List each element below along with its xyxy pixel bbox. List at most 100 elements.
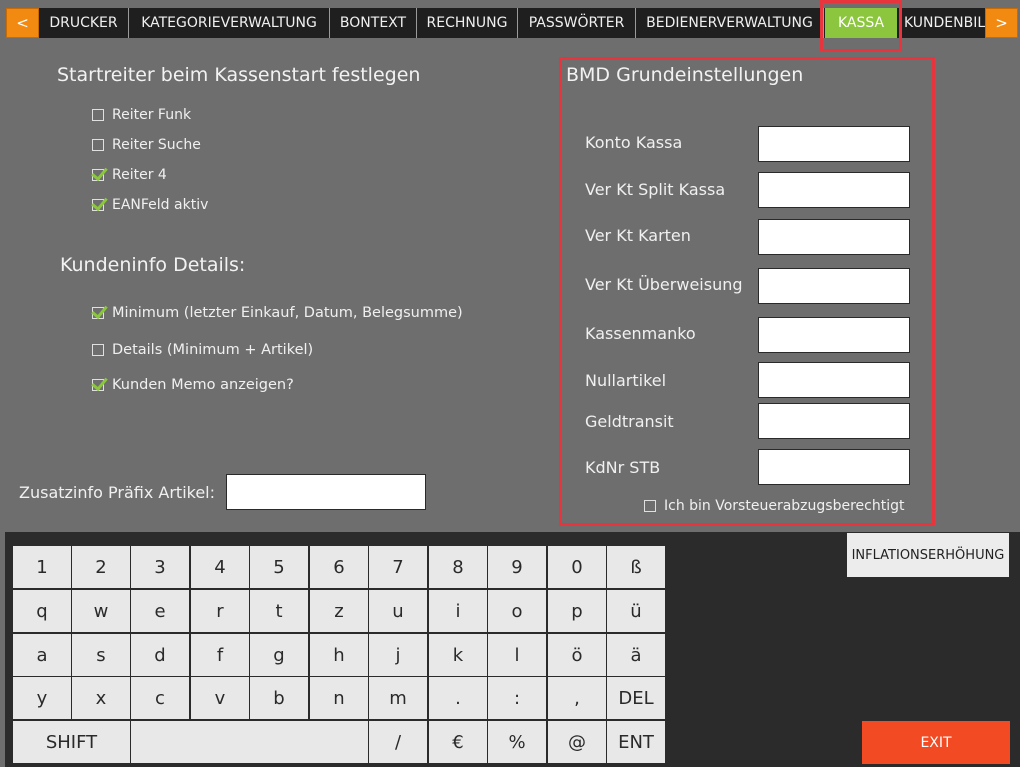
key-r2-c5[interactable]: t xyxy=(250,590,308,632)
input-geldtransit[interactable] xyxy=(758,403,910,439)
key-r1-c1[interactable]: 1 xyxy=(13,546,71,588)
checkbox-reiter-4[interactable]: Reiter 4 xyxy=(92,165,167,185)
key-r4-c11[interactable]: DEL xyxy=(607,677,665,719)
checkbox-minimum[interactable]: Minimum (letzter Einkauf, Datum, Belegsu… xyxy=(92,303,463,323)
checkbox-icon[interactable] xyxy=(92,139,104,151)
key-at[interactable]: @ xyxy=(548,721,606,763)
kassa-tab-highlight xyxy=(820,0,902,52)
key-r3-c7[interactable]: j xyxy=(369,634,427,676)
input-ver-kt-ueberweisung[interactable] xyxy=(758,268,910,304)
key-r1-c5[interactable]: 5 xyxy=(250,546,308,588)
key-r3-c6[interactable]: h xyxy=(310,634,368,676)
key-r4-c5[interactable]: b xyxy=(250,677,308,719)
key-r3-c3[interactable]: d xyxy=(131,634,189,676)
checkbox-label: Minimum (letzter Einkauf, Datum, Belegsu… xyxy=(112,305,463,321)
key-r1-c11[interactable]: ß xyxy=(607,546,665,588)
checkbox-label: Kunden Memo anzeigen? xyxy=(112,377,294,393)
checkbox-icon[interactable] xyxy=(92,109,104,121)
key-r3-c4[interactable]: f xyxy=(191,634,249,676)
key-r4-c2[interactable]: x xyxy=(72,677,130,719)
checkmark-icon[interactable] xyxy=(92,379,104,391)
zusatzinfo-label: Zusatzinfo Präfix Artikel: xyxy=(19,483,216,502)
key-percent[interactable]: % xyxy=(488,721,546,763)
checkbox-label: Ich bin Vorsteuerabzugsberechtigt xyxy=(664,498,905,514)
checkmark-icon[interactable] xyxy=(92,199,104,211)
key-r2-c2[interactable]: w xyxy=(72,590,130,632)
key-r4-c3[interactable]: c xyxy=(131,677,189,719)
checkbox-vorsteuer[interactable]: Ich bin Vorsteuerabzugsberechtigt xyxy=(644,496,904,516)
key-shift[interactable]: SHIFT xyxy=(13,721,130,763)
key-r4-c7[interactable]: m xyxy=(369,677,427,719)
key-r3-c10[interactable]: ö xyxy=(548,634,606,676)
key-r3-c5[interactable]: g xyxy=(250,634,308,676)
key-r4-c4[interactable]: v xyxy=(191,677,249,719)
key-r2-c1[interactable]: q xyxy=(13,590,71,632)
key-slash[interactable]: / xyxy=(369,721,427,763)
startreiter-heading: Startreiter beim Kassenstart festlegen xyxy=(57,64,421,86)
tab-next-button[interactable]: > xyxy=(985,8,1018,38)
key-r3-c1[interactable]: a xyxy=(13,634,71,676)
key-r2-c11[interactable]: ü xyxy=(607,590,665,632)
tab-bontext[interactable]: BONTEXT xyxy=(330,8,417,38)
tab-passwoerter[interactable]: PASSWÖRTER xyxy=(518,8,636,38)
checkbox-details[interactable]: Details (Minimum + Artikel) xyxy=(92,340,313,360)
checkbox-label: Reiter Suche xyxy=(112,137,201,153)
input-nullartikel[interactable] xyxy=(758,362,910,398)
field-label-geldtransit: Geldtransit xyxy=(585,412,674,431)
key-r4-c10[interactable]: , xyxy=(548,677,606,719)
checkbox-icon[interactable] xyxy=(644,500,656,512)
checkbox-kunden-memo[interactable]: Kunden Memo anzeigen? xyxy=(92,375,294,395)
checkmark-icon[interactable] xyxy=(92,169,104,181)
key-r2-c10[interactable]: p xyxy=(548,590,606,632)
key-euro[interactable]: € xyxy=(429,721,487,763)
key-r1-c7[interactable]: 7 xyxy=(369,546,427,588)
checkbox-reiter-suche[interactable]: Reiter Suche xyxy=(92,135,201,155)
input-konto-kassa[interactable] xyxy=(758,126,910,162)
key-r1-c9[interactable]: 9 xyxy=(488,546,546,588)
checkbox-reiter-funk[interactable]: Reiter Funk xyxy=(92,105,191,125)
key-r1-c8[interactable]: 8 xyxy=(429,546,487,588)
key-r4-c1[interactable]: y xyxy=(13,677,71,719)
checkbox-label: Reiter Funk xyxy=(112,107,192,123)
key-r4-c6[interactable]: n xyxy=(310,677,368,719)
field-label-kdnr-stb: KdNr STB xyxy=(585,458,661,477)
checkbox-label: EANFeld aktiv xyxy=(112,197,209,213)
key-r1-c6[interactable]: 6 xyxy=(310,546,368,588)
input-kassenmanko[interactable] xyxy=(758,317,910,353)
inflation-button[interactable]: INFLATIONSERHÖHUNG xyxy=(847,533,1009,577)
key-r4-c9[interactable]: : xyxy=(488,677,546,719)
checkbox-icon[interactable] xyxy=(92,344,104,356)
field-label-ver-kt-karten: Ver Kt Karten xyxy=(585,226,691,245)
key-r1-c3[interactable]: 3 xyxy=(131,546,189,588)
tab-drucker[interactable]: DRUCKER xyxy=(39,8,129,38)
input-ver-kt-karten[interactable] xyxy=(758,219,910,255)
tab-bedienerverwaltung[interactable]: BEDIENERVERWALTUNG xyxy=(636,8,824,38)
checkbox-eanfeld-aktiv[interactable]: EANFeld aktiv xyxy=(92,195,208,215)
key-r3-c9[interactable]: l xyxy=(488,634,546,676)
input-kdnr-stb[interactable] xyxy=(758,449,910,485)
key-r4-c8[interactable]: . xyxy=(429,677,487,719)
key-r3-c2[interactable]: s xyxy=(72,634,130,676)
checkmark-icon[interactable] xyxy=(92,307,104,319)
key-r3-c11[interactable]: ä xyxy=(607,634,665,676)
key-r1-c2[interactable]: 2 xyxy=(72,546,130,588)
tab-kundenbil[interactable]: KUNDENBIL xyxy=(897,8,986,38)
tab-rechnung[interactable]: RECHNUNG xyxy=(417,8,518,38)
key-r1-c10[interactable]: 0 xyxy=(548,546,606,588)
input-ver-kt-split-kassa[interactable] xyxy=(758,172,910,208)
tab-kategorieverwaltung[interactable]: KATEGORIEVERWALTUNG xyxy=(129,8,330,38)
key-r2-c6[interactable]: z xyxy=(310,590,368,632)
key-r2-c4[interactable]: r xyxy=(191,590,249,632)
key-r2-c8[interactable]: i xyxy=(429,590,487,632)
key-r3-c8[interactable]: k xyxy=(429,634,487,676)
exit-button[interactable]: EXIT xyxy=(862,721,1010,764)
key-r2-c9[interactable]: o xyxy=(488,590,546,632)
key-r2-c7[interactable]: u xyxy=(369,590,427,632)
key-r1-c4[interactable]: 4 xyxy=(191,546,249,588)
field-label-kassenmanko: Kassenmanko xyxy=(585,324,696,343)
key-space[interactable] xyxy=(131,721,368,763)
zusatzinfo-input[interactable] xyxy=(226,474,426,510)
key-r2-c3[interactable]: e xyxy=(131,590,189,632)
tab-prev-button[interactable]: < xyxy=(6,8,39,38)
key-enter[interactable]: ENT xyxy=(607,721,665,763)
